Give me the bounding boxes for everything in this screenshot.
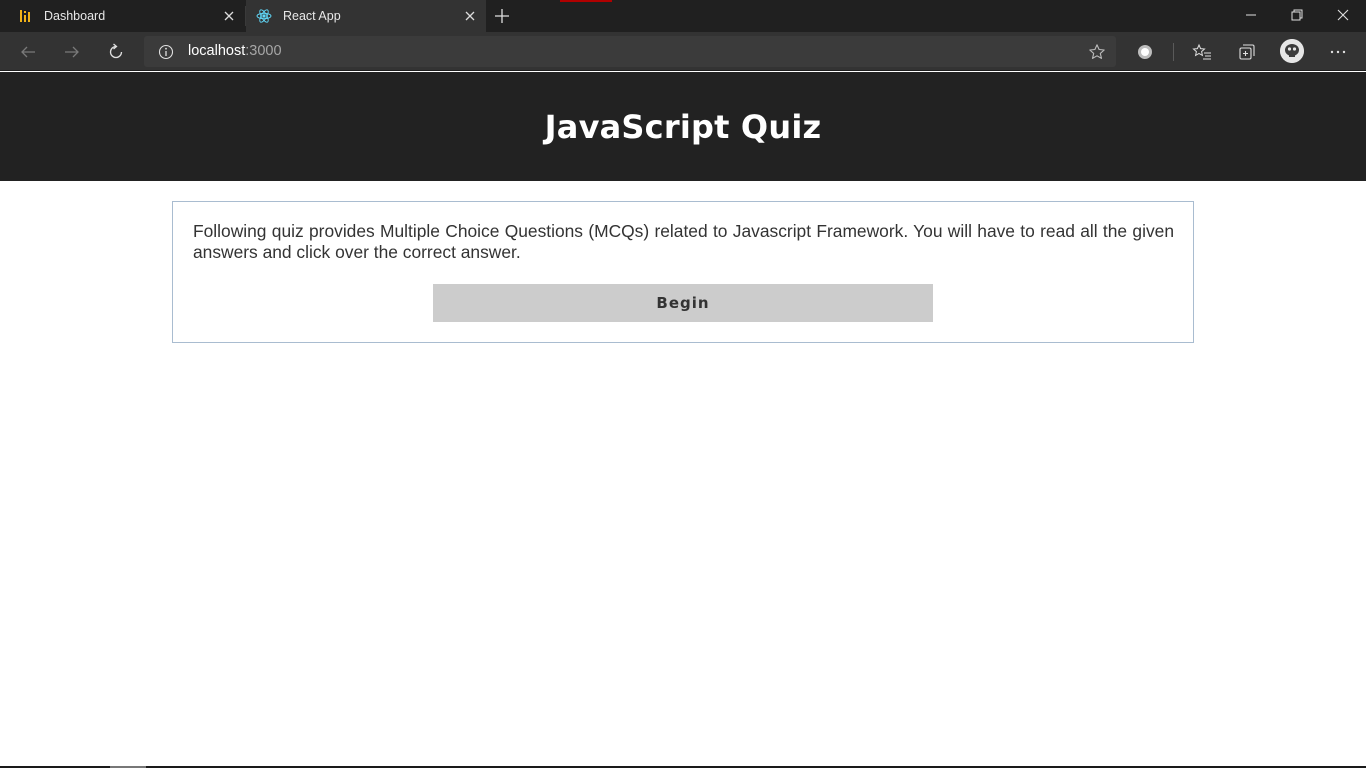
- minimize-icon: [1246, 14, 1256, 16]
- url-host: localhost: [188, 43, 246, 59]
- tab-title: React App: [283, 9, 341, 23]
- settings-more-button[interactable]: [1326, 40, 1350, 64]
- quiz-intro-card: Following quiz provides Multiple Choice …: [172, 201, 1194, 343]
- page-header: JavaScript Quiz: [0, 72, 1366, 181]
- back-arrow-icon: [21, 46, 35, 58]
- minimize-button[interactable]: [1228, 0, 1274, 30]
- profile-avatar[interactable]: [1280, 39, 1304, 63]
- quiz-description: Following quiz provides Multiple Choice …: [193, 221, 1174, 262]
- close-icon[interactable]: [462, 8, 478, 24]
- tab-react-app[interactable]: React App: [246, 0, 486, 32]
- refresh-icon: [109, 43, 123, 59]
- url-port: :3000: [245, 43, 282, 59]
- more-options-icon: [1330, 50, 1346, 54]
- address-bar[interactable]: localhost:3000: [144, 36, 1116, 67]
- tab-title: Dashboard: [44, 9, 106, 23]
- page-title: JavaScript Quiz: [544, 107, 822, 146]
- close-icon[interactable]: [221, 8, 237, 24]
- collections-icon: [1239, 44, 1255, 60]
- browser-titlebar: Dashboard React App: [0, 0, 1366, 32]
- forward-arrow-icon: [65, 46, 79, 58]
- begin-button[interactable]: Begin: [433, 284, 933, 322]
- browser-toolbar: localhost:3000: [0, 32, 1366, 71]
- favorite-star-icon[interactable]: [1088, 43, 1106, 61]
- close-window-button[interactable]: [1320, 0, 1366, 30]
- dashboard-bars-icon: [18, 8, 34, 24]
- react-logo-icon: [256, 8, 272, 24]
- site-info-icon[interactable]: [158, 44, 174, 60]
- forward-button[interactable]: [60, 40, 84, 64]
- extension-record-icon: [1138, 45, 1152, 59]
- favorites-list-icon: [1192, 43, 1211, 60]
- close-icon: [1337, 9, 1349, 21]
- collections-button[interactable]: [1235, 40, 1259, 64]
- restore-button[interactable]: [1274, 0, 1320, 30]
- tab-strip-indicator: [560, 0, 612, 2]
- back-button[interactable]: [16, 40, 40, 64]
- restore-icon: [1291, 9, 1303, 21]
- refresh-button[interactable]: [104, 40, 128, 64]
- toolbar-divider: [1173, 43, 1174, 61]
- favorites-button[interactable]: [1190, 40, 1214, 64]
- avatar-image-icon: [1280, 39, 1304, 63]
- extension-button[interactable]: [1133, 40, 1157, 64]
- url-text: localhost:3000: [188, 43, 282, 59]
- tab-dashboard[interactable]: Dashboard: [0, 0, 245, 32]
- new-tab-icon[interactable]: [493, 7, 511, 25]
